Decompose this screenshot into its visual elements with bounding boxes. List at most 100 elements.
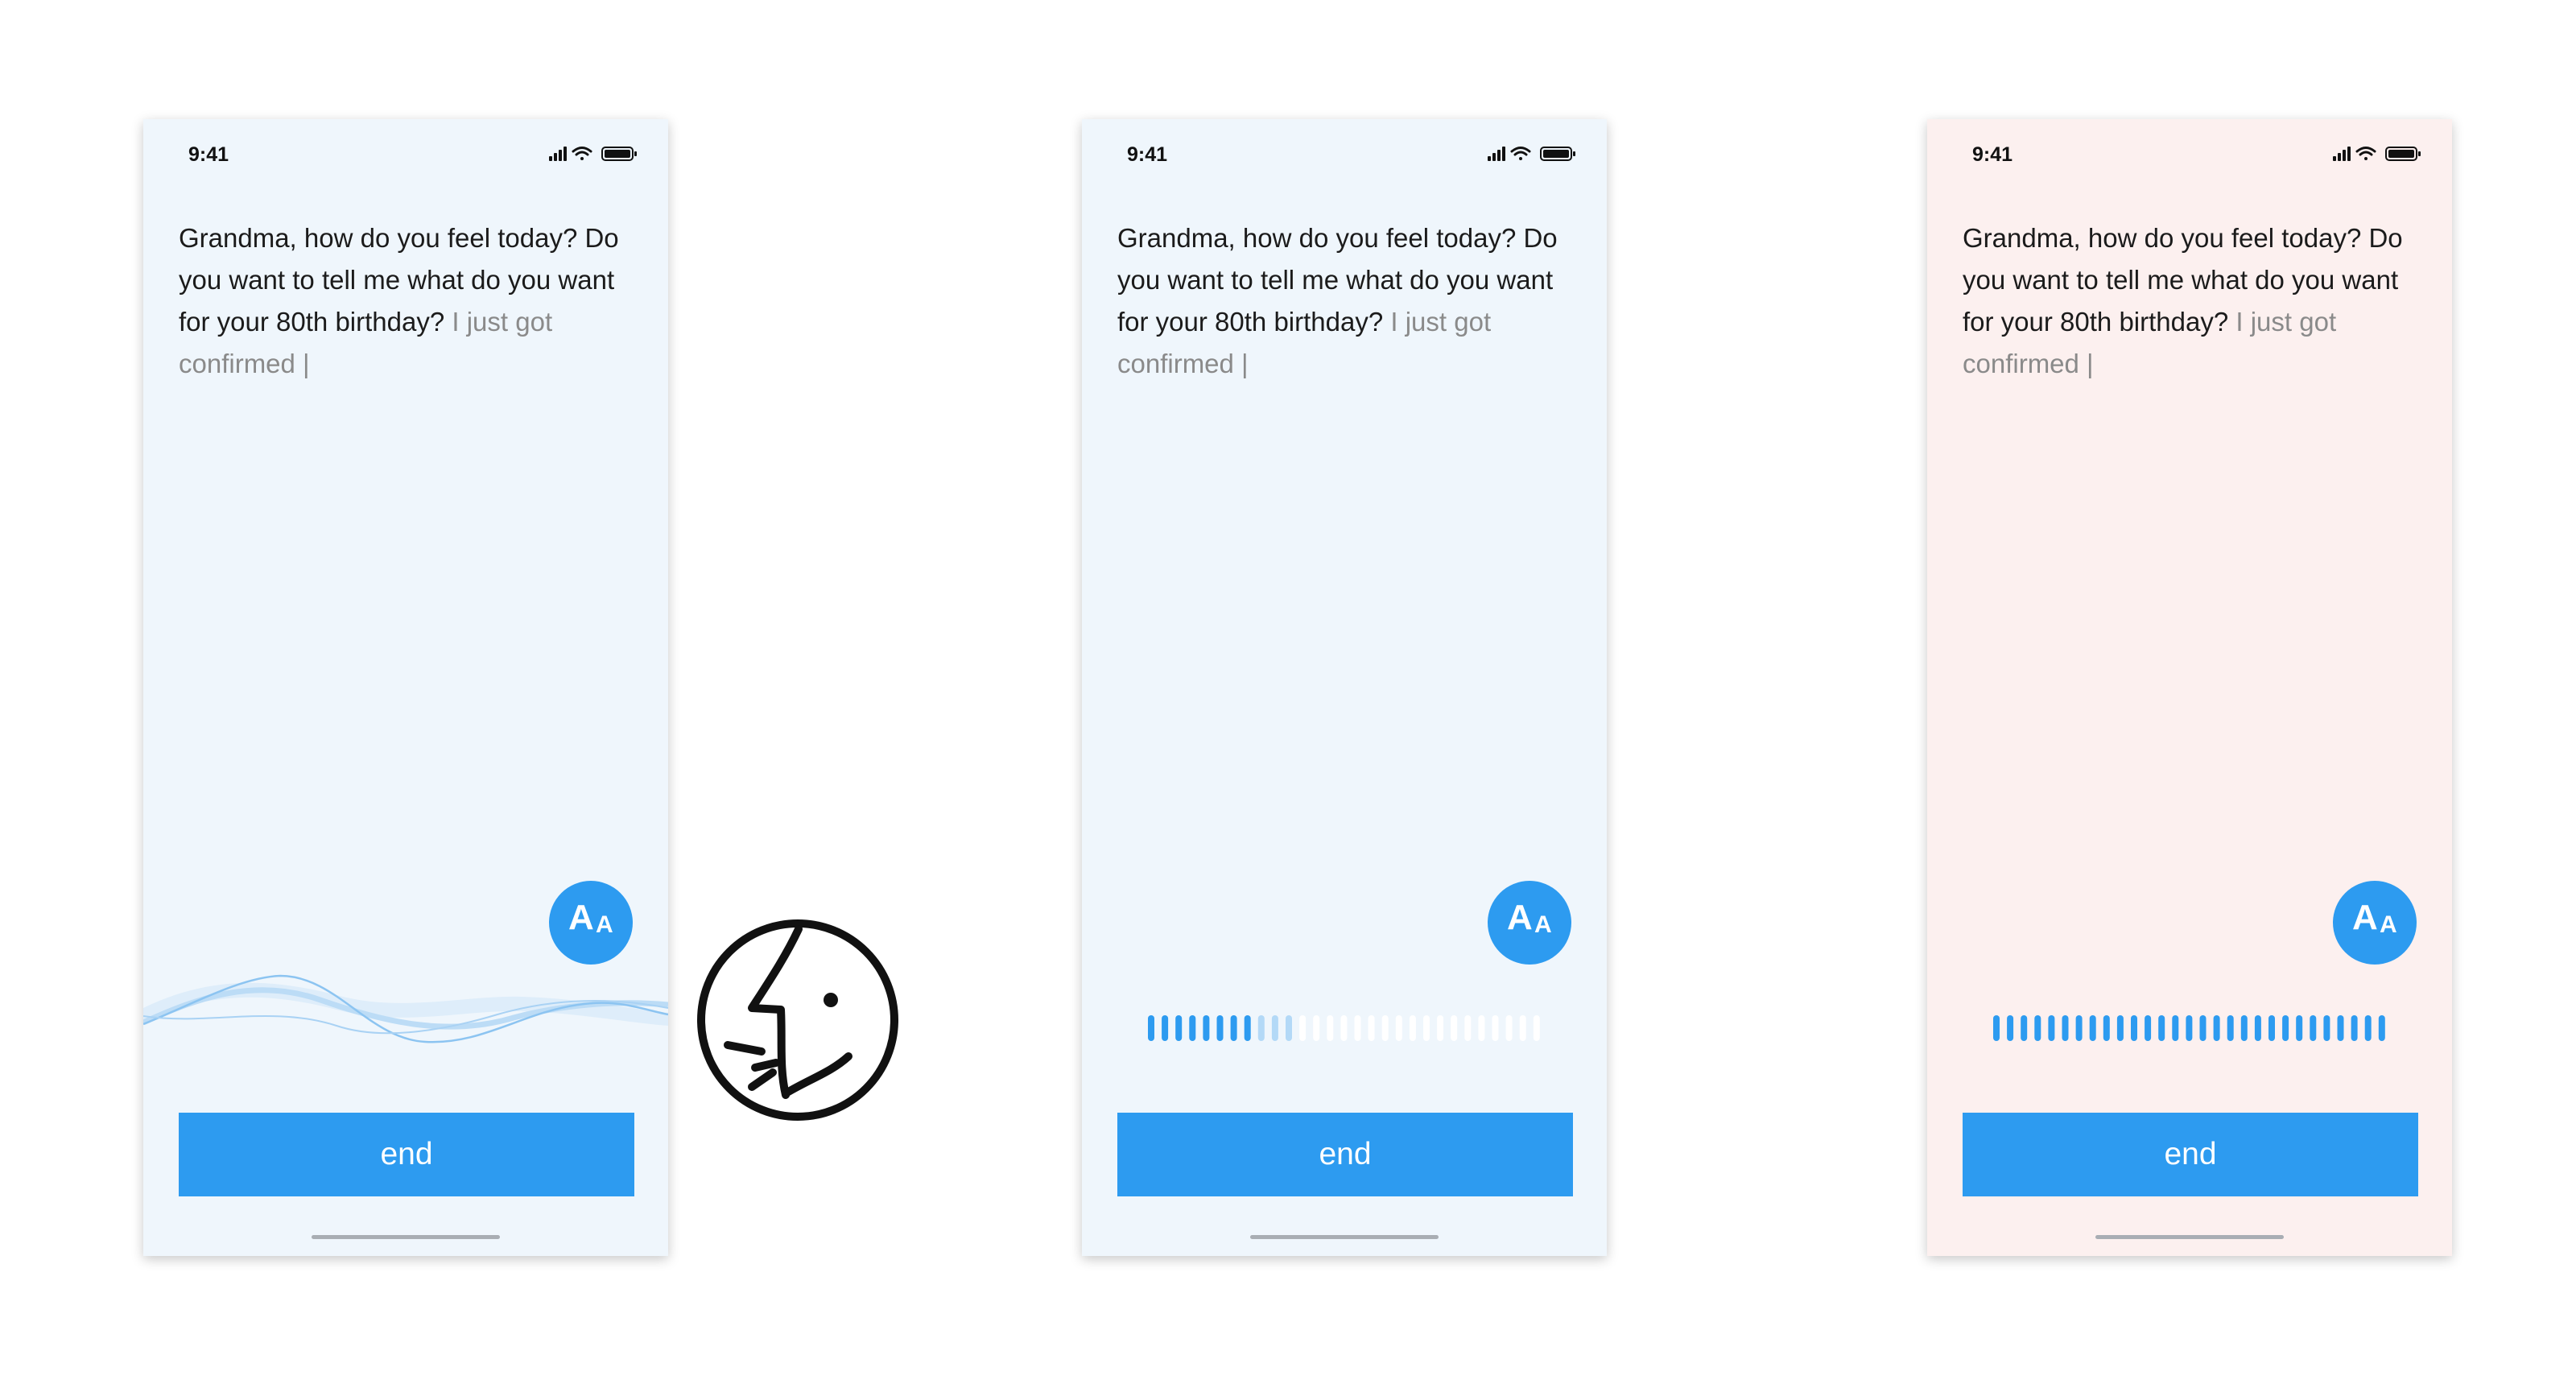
level-segment [1409, 1015, 1416, 1041]
font-size-icon-large: A [2352, 898, 2378, 937]
font-size-icon-small: A [2380, 911, 2397, 938]
level-segment [2172, 1015, 2179, 1041]
level-segment [1505, 1015, 1513, 1041]
cellular-signal-icon [549, 147, 567, 161]
level-segment [1478, 1015, 1485, 1041]
font-size-icon-small: A [596, 911, 613, 938]
level-segment [2103, 1015, 2110, 1041]
level-segment [2364, 1015, 2372, 1041]
level-segment [2378, 1015, 2385, 1041]
level-segment [1299, 1015, 1307, 1041]
level-segment [2116, 1015, 2124, 1041]
level-segment [1175, 1015, 1183, 1041]
level-segment [1423, 1015, 1430, 1041]
battery-icon [1540, 147, 1575, 161]
battery-icon [2385, 147, 2421, 161]
end-button[interactable]: end [179, 1113, 634, 1196]
status-bar: 9:41 [1927, 119, 2452, 192]
level-segment [1203, 1015, 1210, 1041]
level-segment [2075, 1015, 2083, 1041]
level-segment [1437, 1015, 1444, 1041]
voice-level-meter [1148, 1015, 1540, 1041]
font-size-icon-large: A [568, 898, 594, 937]
level-segment [1244, 1015, 1251, 1041]
transcript-confirmed: Grandma, how do you feel today? Do you w… [1963, 223, 2403, 337]
level-segment [2351, 1015, 2358, 1041]
transcript-text: Grandma, how do you feel today? Do you w… [179, 217, 630, 385]
home-indicator [1250, 1235, 1439, 1239]
level-segment [1257, 1015, 1265, 1041]
level-segment [2337, 1015, 2344, 1041]
font-size-icon-small: A [1534, 911, 1552, 938]
level-segment [1162, 1015, 1169, 1041]
cellular-signal-icon [1488, 147, 1505, 161]
level-segment [1230, 1015, 1237, 1041]
cellular-signal-icon [2333, 147, 2351, 161]
level-segment [2240, 1015, 2248, 1041]
level-segment [2227, 1015, 2234, 1041]
level-segment [1993, 1015, 2000, 1041]
wifi-icon [572, 147, 592, 160]
phone-screen-listening-waveform: 9:41 Grandma, how do you feel today? Do … [143, 119, 668, 1256]
font-size-icon-large: A [1507, 898, 1533, 937]
level-segment [1340, 1015, 1348, 1041]
level-segment [2007, 1015, 2014, 1041]
level-segment [2213, 1015, 2220, 1041]
level-segment [2048, 1015, 2055, 1041]
level-segment [1148, 1015, 1154, 1041]
font-size-button[interactable]: A A [2333, 881, 2417, 965]
level-segment [1395, 1015, 1402, 1041]
level-segment [1451, 1015, 1458, 1041]
wifi-icon [1510, 147, 1531, 160]
font-size-button[interactable]: A A [1488, 881, 1571, 965]
level-segment [2310, 1015, 2317, 1041]
level-segment [1327, 1015, 1334, 1041]
battery-icon [601, 147, 637, 161]
status-icons [549, 147, 637, 161]
phone-screen-level-full: 9:41 Grandma, how do you feel today? Do … [1927, 119, 2452, 1256]
level-segment [1216, 1015, 1224, 1041]
level-segment [2186, 1015, 2193, 1041]
status-time: 9:41 [188, 143, 229, 166]
level-segment [2089, 1015, 2096, 1041]
level-segment [2131, 1015, 2137, 1041]
level-segment [1286, 1015, 1292, 1041]
transcript-confirmed: Grandma, how do you feel today? Do you w… [179, 223, 619, 337]
status-icons [1488, 147, 1575, 161]
phone-screen-level-partial: 9:41 Grandma, how do you feel today? Do … [1082, 119, 1607, 1256]
level-segment [1464, 1015, 1472, 1041]
level-segment [2268, 1015, 2275, 1041]
status-icons [2333, 147, 2421, 161]
level-segment [1519, 1015, 1526, 1041]
level-segment [1354, 1015, 1361, 1041]
status-bar: 9:41 [1082, 119, 1607, 192]
level-segment [2062, 1015, 2069, 1041]
transcript-text: Grandma, how do you feel today? Do you w… [1963, 217, 2413, 385]
transcript-text: Grandma, how do you feel today? Do you w… [1117, 217, 1568, 385]
level-segment [2282, 1015, 2289, 1041]
level-segment [2254, 1015, 2261, 1041]
status-time: 9:41 [1972, 143, 2013, 166]
voice-level-meter [1993, 1015, 2385, 1041]
wifi-icon [2355, 147, 2376, 160]
level-segment [1381, 1015, 1389, 1041]
level-segment [2323, 1015, 2330, 1041]
level-segment [1533, 1015, 1540, 1041]
home-indicator [2095, 1235, 2284, 1239]
level-segment [2034, 1015, 2041, 1041]
level-segment [1492, 1015, 1499, 1041]
status-time: 9:41 [1127, 143, 1168, 166]
level-segment [2199, 1015, 2207, 1041]
level-segment [2021, 1015, 2028, 1041]
level-segment [2145, 1015, 2152, 1041]
voice-waveform [143, 974, 668, 1043]
level-segment [1313, 1015, 1320, 1041]
level-segment [1271, 1015, 1278, 1041]
end-button[interactable]: end [1117, 1113, 1573, 1196]
level-segment [2296, 1015, 2303, 1041]
transcript-confirmed: Grandma, how do you feel today? Do you w… [1117, 223, 1558, 337]
level-segment [1368, 1015, 1375, 1041]
level-segment [1189, 1015, 1196, 1041]
level-segment [2158, 1015, 2165, 1041]
end-button[interactable]: end [1963, 1113, 2418, 1196]
